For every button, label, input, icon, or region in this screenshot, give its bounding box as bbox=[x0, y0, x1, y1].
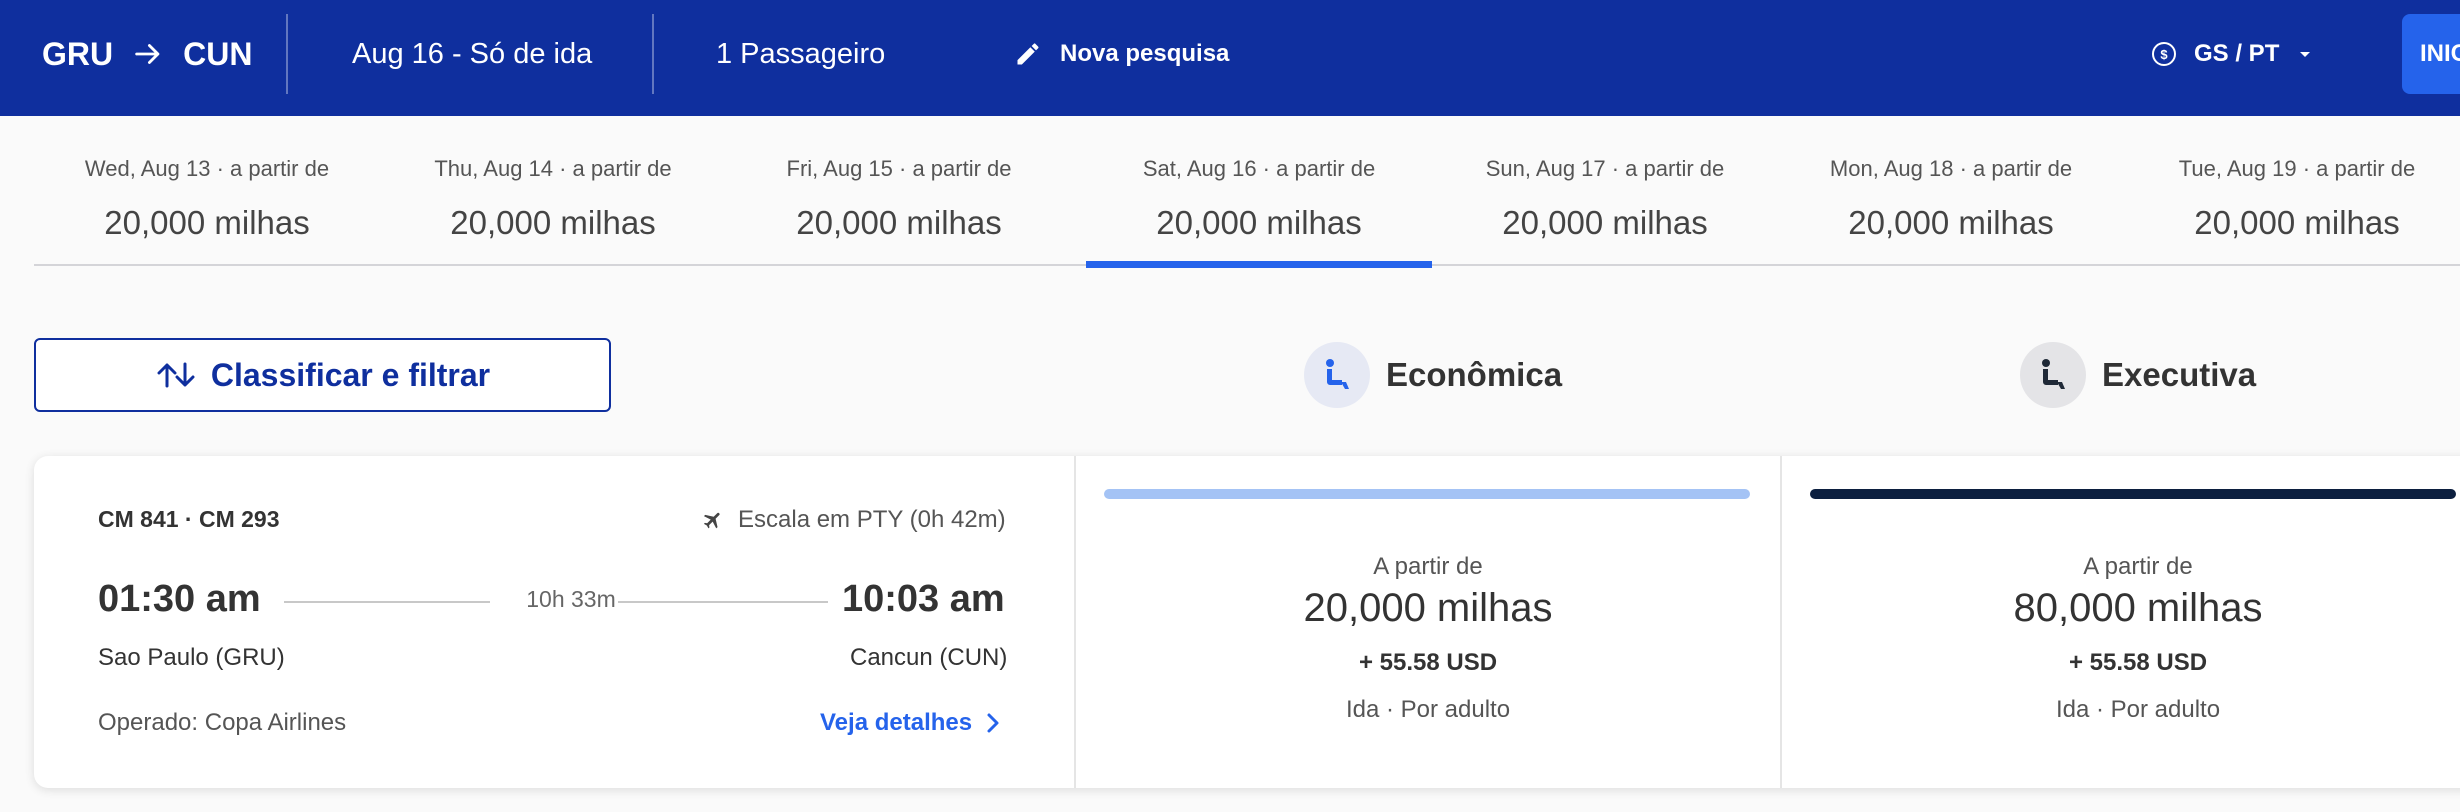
fare-note: Ida · Por adulto bbox=[2055, 696, 2221, 723]
date-tab-price: 20,000 milhas bbox=[1156, 204, 1362, 241]
business-fare-option[interactable]: A partir de 80,000 milhas + 55.58 USD Id… bbox=[1782, 456, 2460, 788]
top-bar: GRU CUN Aug 16 - Só de ida 1 Passageiro … bbox=[0, 0, 2460, 116]
sort-arrows-icon bbox=[155, 360, 197, 390]
date-tab-label: Thu, Aug 14 · a partir de bbox=[434, 156, 672, 181]
details-label: Veja detalhes bbox=[820, 709, 973, 736]
flight-numbers: CM 841 · CM 293 bbox=[98, 506, 280, 532]
business-fare-bar bbox=[1810, 489, 2456, 499]
sort-filter-label: Classificar e filtrar bbox=[210, 356, 491, 393]
arrow-right-icon bbox=[131, 37, 165, 71]
date-tab-label: Fri, Aug 15 · a partir de bbox=[786, 156, 1012, 181]
date-tab-price: 20,000 milhas bbox=[796, 204, 1002, 241]
seat-icon bbox=[2020, 342, 2086, 408]
fare-from-label: A partir de bbox=[1373, 553, 1483, 580]
origin-code: GRU bbox=[42, 35, 114, 72]
passenger-count[interactable]: 1 Passageiro bbox=[716, 0, 885, 108]
date-tab[interactable]: Thu, Aug 14 · a partir de 20,000 milhas bbox=[380, 116, 726, 266]
date-tab-price: 20,000 milhas bbox=[450, 204, 656, 241]
fare-miles: 20,000 milhas bbox=[1303, 586, 1553, 630]
caret-down-icon bbox=[2295, 44, 2315, 64]
travel-date[interactable]: Aug 16 - Só de ida bbox=[352, 0, 592, 108]
stop-info: Escala em PTY (0h 42m) bbox=[702, 506, 1006, 534]
svg-text:$: $ bbox=[2160, 47, 2168, 62]
date-tab[interactable]: Mon, Aug 18 · a partir de 20,000 milhas bbox=[1778, 116, 2124, 266]
date-tab-price: 20,000 milhas bbox=[1848, 204, 2054, 241]
flight-duration: 10h 33m bbox=[526, 586, 616, 612]
flight-result-card: CM 841 · CM 293 Escala em PTY (0h 42m) 0… bbox=[34, 456, 2460, 788]
sort-filter-button[interactable]: Classificar e filtrar bbox=[34, 338, 611, 412]
arrival-city: Cancun (CUN) bbox=[850, 644, 1008, 671]
stop-label: Escala em PTY (0h 42m) bbox=[738, 506, 1006, 533]
cabin-economy-label: Econômica bbox=[1386, 356, 1563, 393]
route-summary[interactable]: GRU CUN bbox=[42, 0, 252, 108]
date-tab[interactable]: Wed, Aug 13 · a partir de 20,000 milhas bbox=[34, 116, 380, 266]
date-tab-label: Sun, Aug 17 · a partir de bbox=[1485, 156, 1725, 181]
fare-from-label: A partir de bbox=[2083, 553, 2193, 580]
fare-tax: + 55.58 USD bbox=[1358, 649, 1498, 676]
fare-miles: 80,000 milhas bbox=[2013, 586, 2263, 630]
currency-icon: $ bbox=[2150, 40, 2178, 68]
economy-fare-option[interactable]: A partir de 20,000 milhas + 55.58 USD Id… bbox=[1076, 456, 1780, 788]
locale-label: GS / PT bbox=[2194, 40, 2280, 67]
date-tab[interactable]: Tue, Aug 19 · a partir de 20,000 milhas bbox=[2124, 116, 2460, 266]
date-tab-label: Wed, Aug 13 · a partir de bbox=[84, 156, 330, 181]
date-tab-price: 20,000 milhas bbox=[2194, 204, 2400, 241]
header-divider bbox=[286, 14, 288, 94]
date-selector: Wed, Aug 13 · a partir de 20,000 milhas … bbox=[34, 116, 2460, 268]
destination-code: CUN bbox=[183, 35, 253, 72]
pencil-icon bbox=[1014, 40, 1042, 68]
date-tab-price: 20,000 milhas bbox=[104, 204, 310, 241]
locale-selector[interactable]: $ GS / PT bbox=[2150, 0, 2315, 108]
duration-line bbox=[284, 601, 490, 603]
departure-time: 01:30 am bbox=[98, 578, 261, 620]
cabin-header-economy: Econômica bbox=[1304, 342, 1562, 408]
header-divider bbox=[652, 14, 654, 94]
duration-line bbox=[618, 601, 828, 603]
date-tab-label: Sat, Aug 16 · a partir de bbox=[1142, 156, 1376, 181]
date-tab[interactable]: Sun, Aug 17 · a partir de 20,000 milhas bbox=[1432, 116, 1778, 266]
new-search-button[interactable]: Nova pesquisa bbox=[1014, 0, 1229, 108]
fare-tax: + 55.58 USD bbox=[2068, 649, 2208, 676]
cabin-header-business: Executiva bbox=[2020, 342, 2256, 408]
details-link[interactable]: Veja detalhes bbox=[820, 709, 1000, 737]
date-tab-price: 20,000 milhas bbox=[1502, 204, 1708, 241]
departure-city: Sao Paulo (GRU) bbox=[98, 644, 285, 671]
economy-fare-bar bbox=[1104, 489, 1750, 499]
cabin-business-label: Executiva bbox=[2102, 356, 2257, 393]
fare-note: Ida · Por adulto bbox=[1345, 696, 1511, 723]
new-search-label: Nova pesquisa bbox=[1060, 40, 1230, 67]
chevron-right-icon bbox=[986, 712, 1000, 734]
seat-icon bbox=[1304, 342, 1370, 408]
date-tab[interactable]: Fri, Aug 15 · a partir de 20,000 milhas bbox=[726, 116, 1072, 266]
date-tab-label: Tue, Aug 19 · a partir de bbox=[2178, 156, 2416, 181]
operated-by: Operado: Copa Airlines bbox=[98, 709, 347, 736]
airplane-icon bbox=[702, 509, 724, 531]
arrival-time: 10:03 am bbox=[842, 578, 1005, 620]
date-tab-label: Mon, Aug 18 · a partir de bbox=[1829, 156, 2073, 181]
date-tab-selected[interactable]: Sat, Aug 16 · a partir de 20,000 milhas bbox=[1086, 116, 1432, 268]
login-button[interactable]: INIC bbox=[2402, 14, 2460, 94]
